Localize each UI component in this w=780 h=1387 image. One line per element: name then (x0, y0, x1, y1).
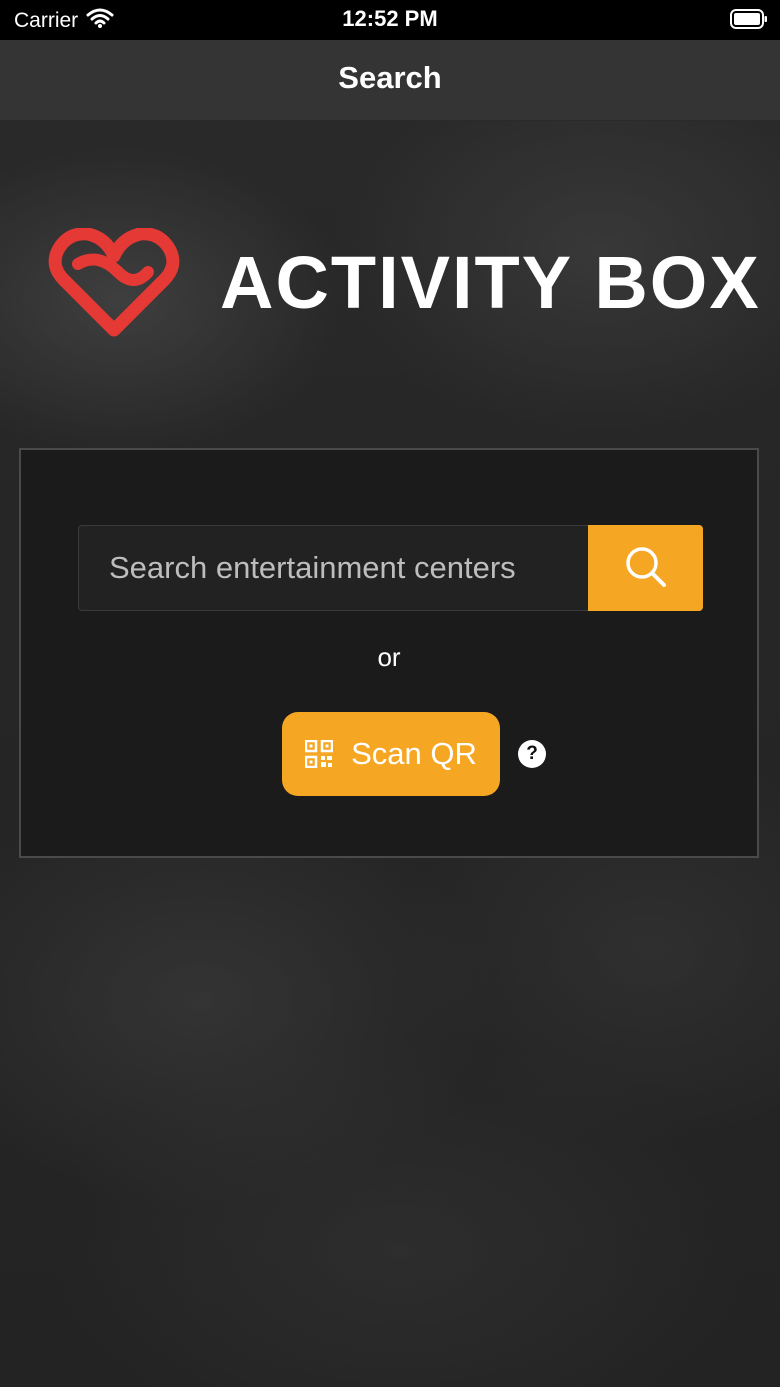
search-button[interactable] (588, 525, 703, 611)
status-time: 12:52 PM (342, 6, 438, 31)
heart-logo-icon (48, 226, 180, 338)
navigation-bar: Search (0, 40, 780, 121)
search-screen: Carrier 12:52 PM Search ACTIVITY BOX Sea… (0, 0, 780, 1387)
app-logo: ACTIVITY BOX (48, 225, 759, 340)
battery-icon (730, 9, 768, 29)
status-bar: Carrier 12:52 PM (0, 0, 780, 40)
scan-qr-button[interactable]: Scan QR (282, 712, 500, 796)
logo-text: ACTIVITY BOX (220, 241, 761, 324)
qr-code-icon (304, 739, 334, 769)
help-icon[interactable]: ? (518, 740, 546, 768)
search-input[interactable] (78, 525, 588, 611)
search-bar (78, 525, 703, 611)
search-panel: or Scan QR ? (19, 448, 759, 858)
scan-qr-label: Scan QR (351, 736, 477, 771)
or-divider: or (377, 642, 401, 672)
page-title: Search (338, 60, 442, 95)
search-icon (624, 545, 668, 592)
